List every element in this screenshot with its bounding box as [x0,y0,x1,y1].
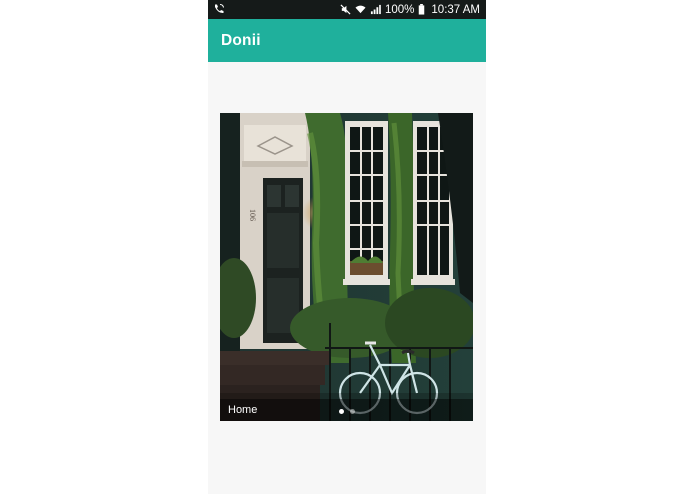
svg-text:106: 106 [248,209,257,221]
signal-icon [370,4,381,15]
battery-percentage: 100% [384,3,415,16]
page-dot-2[interactable] [349,409,355,414]
page-dot-1[interactable] [338,409,344,414]
house-door-ivy-bicycle-photo: 106 [220,113,473,421]
app-bar: Donii [208,19,486,62]
battery-full-icon [419,4,425,15]
image-carousel[interactable]: 106 Home [220,113,473,421]
status-bar: 100% 10:37 AM [208,0,486,19]
phone-wifi-calling-icon [215,4,224,14]
phone-screen: 100% 10:37 AM Donii 106 Home [208,0,486,494]
wifi-icon [355,5,366,14]
carousel-page-indicator [220,409,473,414]
app-title: Donii [221,32,261,49]
status-clock: 10:37 AM [431,3,480,16]
mute-icon [340,4,351,15]
